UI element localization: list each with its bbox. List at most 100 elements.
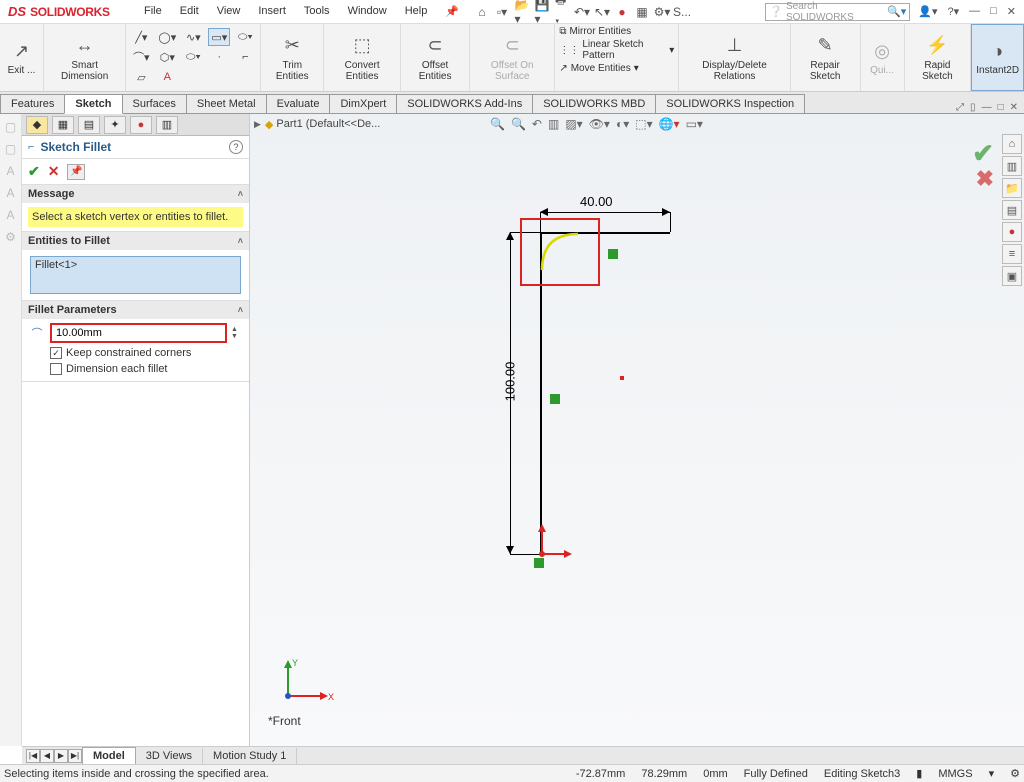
text-tool-icon[interactable]: A [156,68,178,86]
user-icon[interactable]: 👤▾ [918,5,937,18]
pm-entities-list[interactable]: Fillet<1> [30,256,241,294]
display-relations-button[interactable]: ⊥ Display/Delete Relations [679,24,790,91]
doc-close-icon[interactable]: ✕ [1010,102,1018,113]
confirm-sketch-icon[interactable]: ✔ [972,138,994,169]
polygon-tool-icon[interactable]: ⬡▾ [156,48,178,66]
close-icon[interactable]: ✕ [1007,5,1016,18]
radius-spinner[interactable]: ▲▼ [231,326,243,340]
hide-show-icon[interactable]: 👁▾ [589,117,610,131]
move-button[interactable]: ↗Move Entities▾ [559,63,674,74]
appearance-icon[interactable]: S... [675,5,689,19]
options-grid-icon[interactable]: ▦ [635,5,649,19]
zoom-area-icon[interactable]: 🔍 [511,117,526,131]
up-icon[interactable]: ▲ [231,326,243,333]
tab-sheetmetal[interactable]: Sheet Metal [186,94,267,113]
nav-first-icon[interactable]: |◀ [26,749,40,763]
convert-entities-button[interactable]: ⬚ Convert Entities [324,24,401,91]
menu-insert[interactable]: Insert [250,2,294,21]
menu-pin-icon[interactable]: 📌 [437,2,467,21]
slot-tool-icon[interactable]: ⬭▾ [234,28,256,46]
tab-model[interactable]: Model [82,747,136,764]
tab-addins[interactable]: SOLIDWORKS Add-Ins [396,94,533,113]
undo-icon[interactable]: ↶▾ [575,5,589,19]
dim-each-checkbox[interactable]: Dimension each fillet [50,363,243,375]
tab-motion[interactable]: Motion Study 1 [203,748,297,764]
minimize-icon[interactable]: — [969,5,980,18]
smart-dimension-button[interactable]: ↔ Smart Dimension [44,24,126,91]
pm-tab-dimxpert-icon[interactable]: ✦ [104,116,126,134]
fillet-tool-icon[interactable]: ⌐ [234,48,256,66]
status-dropdown-icon[interactable]: ▾ [989,767,995,780]
tool-icon[interactable]: ▢ [5,120,16,134]
tree-expand-icon[interactable]: ▶ [254,119,261,130]
help-menu-icon[interactable]: ?▾ [947,5,959,18]
nav-prev-icon[interactable]: ◀ [40,749,54,763]
home-icon[interactable]: ⌂ [475,5,489,19]
taskpane-forum-icon[interactable]: ▣ [1002,266,1022,286]
prev-view-icon[interactable]: ↶ [532,117,542,131]
view-orient-icon[interactable]: ⬚▾ [635,117,652,131]
pm-help-icon[interactable]: ? [229,140,243,154]
offset-entities-button[interactable]: ⊂ Offset Entities [401,24,470,91]
tool-icon[interactable]: ⚙ [5,230,16,244]
status-units[interactable]: MMGS [938,768,972,780]
more-tool-icon[interactable] [182,68,204,86]
menu-tools[interactable]: Tools [296,2,338,21]
search-box[interactable]: ❔ Search SOLIDWORKS 🔍▾ [765,3,910,21]
rebuild-icon[interactable]: ● [615,5,629,19]
arc-tool-icon[interactable]: ⌒▾ [130,48,152,66]
keep-corners-checkbox[interactable]: ✓Keep constrained corners [50,347,243,359]
restore-icon[interactable]: □ [990,5,997,18]
taskpane-library-icon[interactable]: 📁 [1002,178,1022,198]
pm-tab-display-icon[interactable]: ● [130,116,152,134]
taskpane-view-icon[interactable]: ▤ [1002,200,1022,220]
tab-inspection[interactable]: SOLIDWORKS Inspection [655,94,805,113]
radius-input[interactable] [50,323,227,343]
appearance-icon[interactable]: 🌐▾ [659,117,680,131]
doc-expand-icon[interactable]: ⤢ [956,102,964,113]
sketch-point[interactable] [620,376,624,380]
save-icon[interactable]: 💾▾ [535,5,549,19]
menu-help[interactable]: Help [397,2,436,21]
open-icon[interactable]: 📂▾ [515,5,529,19]
section-icon[interactable]: ▥ [548,117,559,131]
tab-features[interactable]: Features [0,94,65,113]
reject-sketch-icon[interactable]: ✖ [976,166,994,192]
pm-tab-property-icon[interactable]: ▦ [52,116,74,134]
tab-dimxpert[interactable]: DimXpert [329,94,397,113]
pm-message-header[interactable]: Message˄ [22,185,249,203]
doc-split-icon[interactable]: ▯ [970,102,976,113]
menu-view[interactable]: View [209,2,249,21]
pattern-button[interactable]: ⋮⋮Linear Sketch Pattern▾ [559,39,674,61]
tool-icon[interactable]: A [6,186,14,200]
spline-tool-icon[interactable]: ∿▾ [182,28,204,46]
tab-evaluate[interactable]: Evaluate [266,94,331,113]
pm-tab-feature-icon[interactable]: ◆ [26,116,48,134]
pm-params-header[interactable]: Fillet Parameters˄ [22,301,249,319]
repair-sketch-button[interactable]: ✎ Repair Sketch [791,24,861,91]
relation-horizontal-icon[interactable] [608,249,618,259]
tab-sketch[interactable]: Sketch [64,94,122,114]
pm-ok-icon[interactable]: ✔ [28,163,40,180]
taskpane-custom-icon[interactable]: ≡ [1002,244,1022,264]
flyout-tree-root[interactable]: ◆ Part1 (Default<<De... [265,118,380,131]
rect-tool-icon[interactable]: ▭▾ [208,28,230,46]
tool-icon[interactable]: A [6,208,14,222]
zoom-fit-icon[interactable]: 🔍 [490,117,505,131]
taskpane-home-icon[interactable]: ⌂ [1002,134,1022,154]
scene-icon[interactable]: ◐▾ [616,117,629,131]
dim-horizontal[interactable]: 40.00 [580,194,613,209]
line-tool-icon[interactable]: ╱▾ [130,28,152,46]
nav-last-icon[interactable]: ▶| [68,749,82,763]
circle-tool-icon[interactable]: ◯▾ [156,28,178,46]
tab-mbd[interactable]: SOLIDWORKS MBD [532,94,656,113]
ellipse-tool-icon[interactable]: ⬭▾ [182,48,204,66]
taskpane-appearance-icon[interactable]: ● [1002,222,1022,242]
doc-min-icon[interactable]: — [982,102,992,113]
nav-next-icon[interactable]: ▶ [54,749,68,763]
point-tool-icon[interactable]: · [208,48,230,66]
relation-vertical-icon[interactable] [550,394,560,404]
print-icon[interactable]: 🖶▾ [555,5,569,19]
pm-pin-icon[interactable]: 📌 [67,164,85,180]
tool-icon[interactable]: ▢ [5,142,16,156]
